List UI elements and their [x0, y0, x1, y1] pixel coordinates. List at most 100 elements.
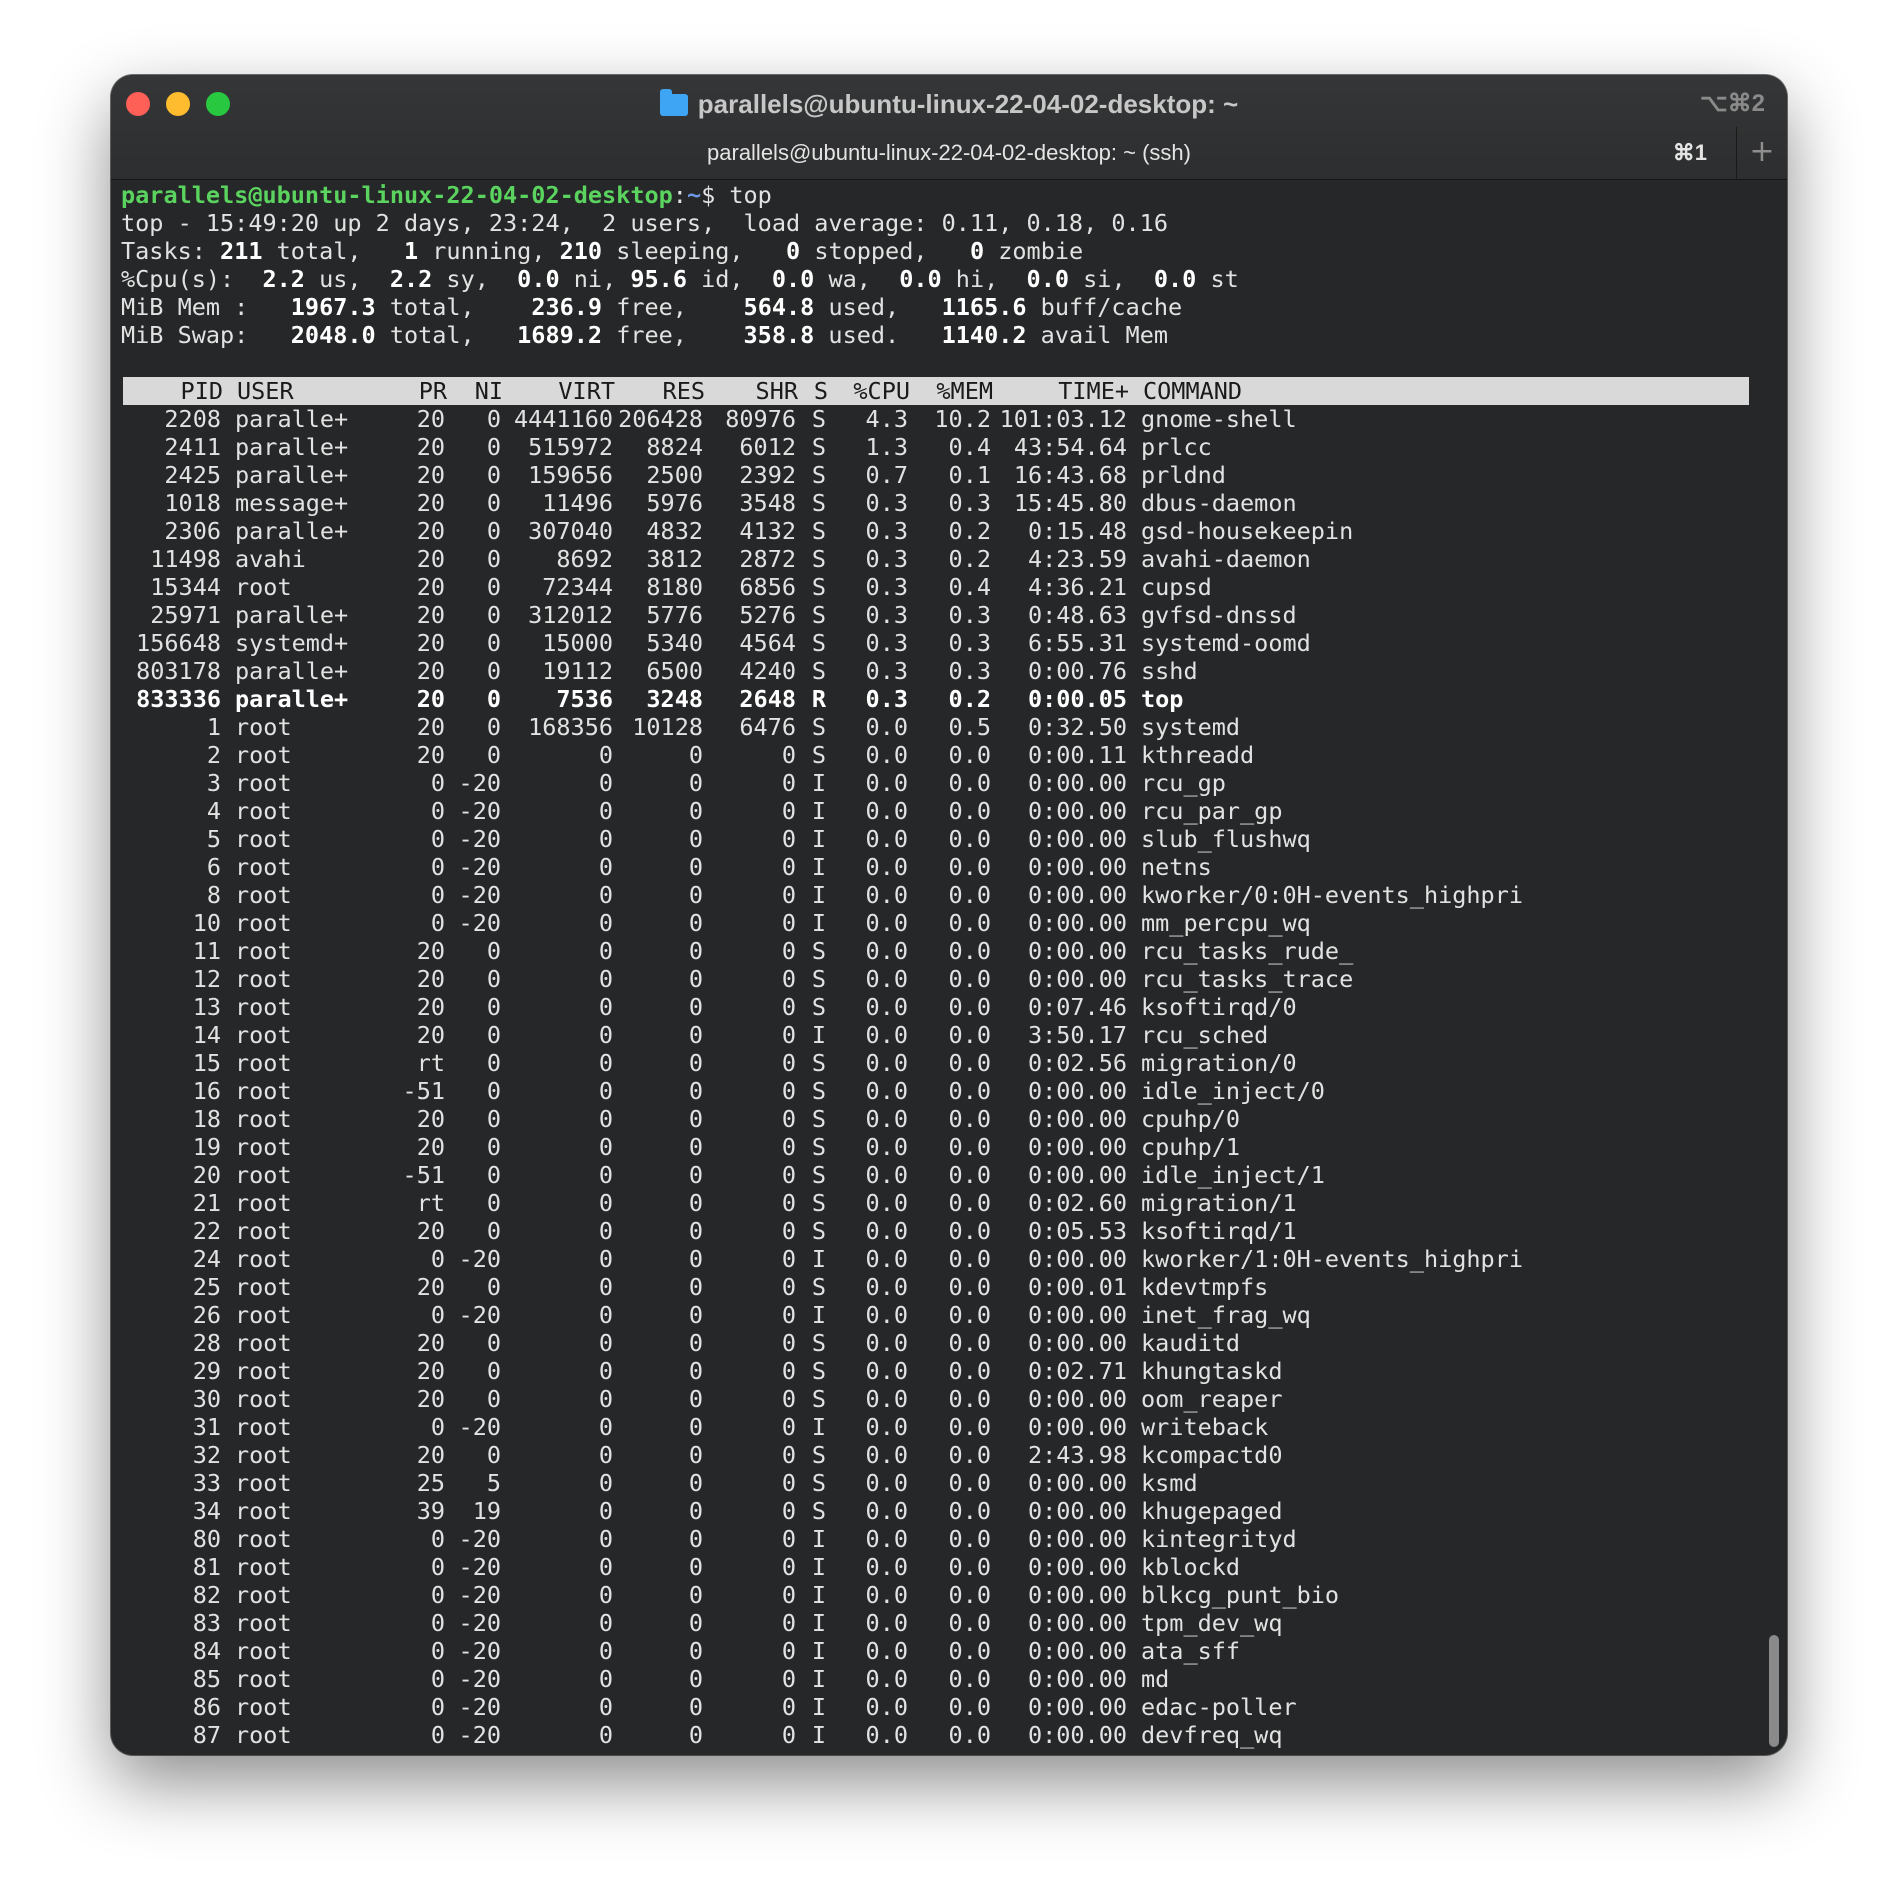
cell-command: cpuhp/1 — [1141, 1133, 1241, 1161]
cell-state: I — [811, 1665, 826, 1693]
cell-state: S — [811, 545, 826, 573]
cell-command: tpm_dev_wq — [1141, 1609, 1283, 1637]
prompt-command: top — [729, 181, 772, 209]
cell-state: S — [811, 573, 826, 601]
cell-command: writeback — [1141, 1413, 1269, 1441]
cell-user: paralle+ — [235, 405, 349, 433]
cell-cpu: 0.0 — [865, 1301, 908, 1329]
cell-user: root — [235, 797, 292, 825]
cell-res: 0 — [688, 1413, 703, 1441]
cell-time: 0:05.53 — [1027, 1217, 1127, 1245]
cell-res: 0 — [688, 853, 703, 881]
cell-cpu: 0.0 — [865, 1497, 908, 1525]
cell-pid: 11498 — [150, 545, 221, 573]
cell-cpu: 0.0 — [865, 825, 908, 853]
cell-state: I — [811, 825, 826, 853]
cell-res: 6500 — [646, 657, 703, 685]
cell-cpu: 0.0 — [865, 1189, 908, 1217]
cell-state: S — [811, 601, 826, 629]
cell-user: root — [235, 1497, 292, 1525]
cell-pr: 20 — [416, 937, 445, 965]
cell-virt: 0 — [598, 1189, 613, 1217]
cpu-si-label: si, — [1069, 265, 1154, 293]
cell-mem: 0.0 — [948, 1637, 991, 1665]
cell-virt: 0 — [598, 1609, 613, 1637]
cell-ni: 0 — [486, 1385, 501, 1413]
cell-res: 0 — [688, 741, 703, 769]
cell-shr: 4132 — [739, 517, 796, 545]
cell-time: 0:00.00 — [1027, 1721, 1127, 1749]
cell-pid: 85 — [192, 1665, 221, 1693]
cell-pid: 13 — [192, 993, 221, 1021]
cell-pid: 25971 — [150, 601, 221, 629]
cell-pid: 10 — [192, 909, 221, 937]
cell-state: I — [811, 853, 826, 881]
cell-ni: 0 — [486, 713, 501, 741]
cell-res: 0 — [688, 1217, 703, 1245]
cell-cpu: 0.0 — [865, 1161, 908, 1189]
cell-pr: 0 — [430, 1413, 445, 1441]
table-row: 19 root 20 0 0 0 0 S 0.0 0.0 0:00.00 cpuhp/1 — [121, 1133, 1749, 1161]
cell-cpu: 0.0 — [865, 1105, 908, 1133]
cell-pr: 20 — [416, 601, 445, 629]
cell-virt: 0 — [598, 1581, 613, 1609]
cell-shr: 0 — [781, 1609, 796, 1637]
cell-state: S — [811, 993, 826, 1021]
cell-pid: 25 — [192, 1273, 221, 1301]
cell-pid: 81 — [192, 1553, 221, 1581]
cell-shr: 0 — [781, 769, 796, 797]
cell-user: avahi — [235, 545, 306, 573]
cell-mem: 0.0 — [948, 1049, 991, 1077]
tab-ssh[interactable]: parallels@ubuntu-linux-22-04-02-desktop:… — [111, 139, 1787, 167]
cell-res: 0 — [688, 1133, 703, 1161]
cell-user: root — [235, 1357, 292, 1385]
cell-state: S — [811, 1273, 826, 1301]
cell-cpu: 0.3 — [865, 545, 908, 573]
cell-state: S — [811, 1469, 826, 1497]
cell-cpu: 0.3 — [865, 517, 908, 545]
cell-ni: 0 — [486, 629, 501, 657]
cell-command: edac-poller — [1141, 1693, 1297, 1721]
cell-virt: 0 — [598, 1329, 613, 1357]
cell-mem: 0.4 — [948, 433, 991, 461]
cell-cpu: %CPU — [853, 377, 910, 405]
cell-pr: 20 — [416, 1385, 445, 1413]
cell-user: root — [235, 853, 292, 881]
terminal-output[interactable]: parallels@ubuntu-linux-22-04-02-desktop:… — [121, 181, 1749, 1755]
scrollbar-thumb[interactable] — [1769, 1635, 1779, 1747]
cell-virt: 312012 — [528, 601, 613, 629]
cell-time: 15:45.80 — [1013, 489, 1127, 517]
swap-total: 2048.0 — [290, 321, 376, 349]
cell-time: 0:00.00 — [1027, 1665, 1127, 1693]
cell-state: I — [811, 1301, 826, 1329]
tasks-running-label: running, — [418, 237, 560, 265]
cell-cpu: 0.0 — [865, 1133, 908, 1161]
cell-pr: 20 — [416, 657, 445, 685]
scrollbar[interactable] — [1767, 181, 1781, 1755]
cell-res: 0 — [688, 1553, 703, 1581]
cell-cpu: 0.3 — [865, 657, 908, 685]
tasks-total-label: total, — [262, 237, 404, 265]
cell-user: root — [235, 1581, 292, 1609]
cell-state: I — [811, 1413, 826, 1441]
cell-state: S — [813, 377, 828, 405]
new-tab-button[interactable]: + — [1736, 127, 1787, 179]
cell-res: 0 — [688, 1049, 703, 1077]
table-row: 82 root 0 -20 0 0 0 I 0.0 0.0 0:00.00 blkcg_punt_bi… — [121, 1581, 1749, 1609]
tasks-sleeping-label: sleeping, — [602, 237, 787, 265]
cell-mem: 10.2 — [934, 405, 991, 433]
cell-pr: 20 — [416, 461, 445, 489]
table-row: 6 root 0 -20 0 0 0 I 0.0 0.0 0:00.00 netns — [121, 853, 1749, 881]
mem-total: 1967.3 — [290, 293, 376, 321]
cell-ni: -20 — [458, 1693, 501, 1721]
cpu-hi: 0.0 — [899, 265, 942, 293]
cell-pid: PID — [180, 377, 223, 405]
cell-ni: 0 — [486, 573, 501, 601]
cell-virt: 0 — [598, 1637, 613, 1665]
cell-shr: 0 — [781, 825, 796, 853]
cell-pid: 3 — [206, 769, 221, 797]
cell-time: 0:00.00 — [1027, 937, 1127, 965]
cell-command: systemd — [1141, 713, 1241, 741]
cell-ni: 0 — [486, 685, 501, 713]
